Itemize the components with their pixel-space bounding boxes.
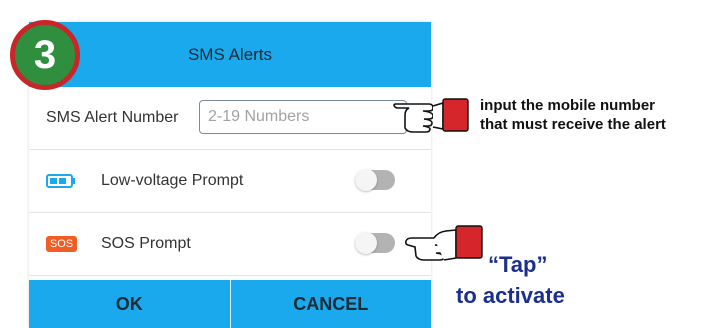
pointing-hand-icon: [393, 98, 469, 133]
dialog-title: SMS Alerts: [187, 44, 273, 64]
input-instruction-line2: that must receive the alert: [480, 116, 666, 133]
input-instruction-note: input the mobile number that must receiv…: [480, 96, 666, 134]
toggle-knob: [355, 232, 377, 254]
ok-button[interactable]: OK: [29, 280, 230, 328]
cancel-button[interactable]: CANCEL: [231, 280, 432, 328]
sos-row: SOS SOS Prompt: [29, 213, 431, 276]
low-voltage-row: Low-voltage Prompt: [29, 150, 431, 213]
low-voltage-prompt-label: Low-voltage Prompt: [101, 172, 244, 189]
sos-toggle[interactable]: [355, 232, 395, 254]
battery-icon: [46, 174, 75, 188]
sos-badge: SOS: [46, 236, 77, 252]
dialog-header: SMS Alerts: [29, 22, 431, 87]
toggle-knob: [355, 169, 377, 191]
tap-activate-annotation: to activate: [456, 283, 565, 308]
sms-number-row: SMS Alert Number: [29, 87, 431, 150]
sms-alerts-dialog: SMS Alerts SMS Alert Number Low-voltage …: [29, 22, 431, 328]
low-voltage-toggle[interactable]: [355, 169, 395, 191]
input-instruction-line1: input the mobile number: [480, 97, 655, 114]
step-number-badge: 3: [10, 20, 80, 90]
dialog-footer: OK CANCEL: [29, 280, 431, 328]
tap-annotation: “Tap”: [488, 252, 548, 277]
sms-alert-number-label: SMS Alert Number: [46, 109, 179, 126]
sos-prompt-label: SOS Prompt: [101, 235, 191, 252]
sms-number-input[interactable]: [199, 100, 407, 134]
pointing-hand-icon: [404, 225, 483, 261]
